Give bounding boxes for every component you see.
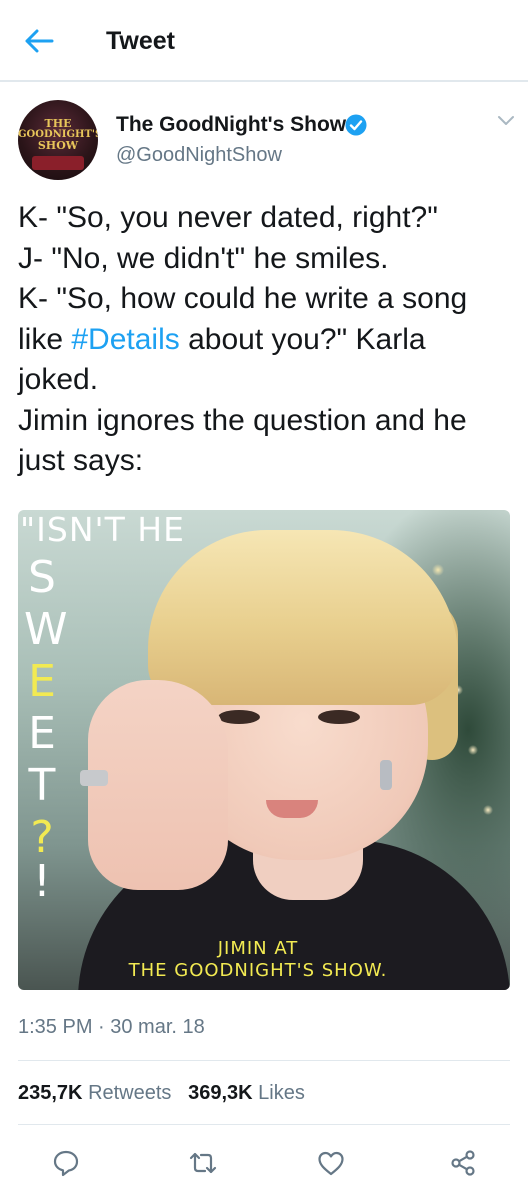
author-handle[interactable]: @GoodNightShow bbox=[116, 142, 282, 168]
image-overlay-letter: ? bbox=[30, 812, 54, 863]
image-hair bbox=[148, 530, 458, 705]
share-icon bbox=[451, 1150, 475, 1176]
image-caption-line-2: THE GOODNIGHT'S SHOW. bbox=[128, 960, 388, 981]
tweet-line: K- "So, you never dated, right?" bbox=[18, 201, 438, 234]
top-bar: Tweet bbox=[0, 0, 528, 82]
tweet-line: J- "No, we didn't" he smiles. bbox=[18, 241, 389, 275]
arrow-left-icon bbox=[25, 29, 54, 53]
image-overlay-letter: E bbox=[28, 656, 56, 707]
image-eye-left bbox=[218, 710, 260, 724]
tweet-timestamp[interactable]: 1:35 PM · 30 mar. 18 bbox=[18, 1014, 205, 1040]
image-caption-line-1: JIMIN AT bbox=[217, 938, 299, 959]
heart-icon bbox=[318, 1151, 344, 1176]
image-eye-right bbox=[318, 710, 360, 724]
image-hand bbox=[88, 680, 228, 890]
tweet-line: K- "So, how could he write a song bbox=[18, 282, 468, 315]
tweet-text: K- "So, you never dated, right?" J- "No,… bbox=[18, 198, 518, 482]
image-overlay-letter: W bbox=[24, 604, 68, 655]
tweet-line: just says: bbox=[18, 444, 144, 477]
retweet-button[interactable] bbox=[186, 1146, 220, 1180]
reply-button[interactable] bbox=[49, 1146, 83, 1180]
avatar[interactable]: THE GOODNIGHT'S SHOW bbox=[18, 100, 98, 180]
likes-stat[interactable]: 369,3K Likes bbox=[188, 1080, 305, 1106]
likes-label: Likes bbox=[258, 1082, 305, 1104]
divider bbox=[18, 1124, 510, 1125]
image-overlay-title: "ISN'T HE bbox=[20, 510, 185, 549]
tweet-media-image[interactable]: "ISN'T HE S W E E T ? ! JIMIN AT THE GOO… bbox=[18, 510, 510, 990]
retweets-stat[interactable]: 235,7K Retweets bbox=[18, 1080, 171, 1106]
tweet-action-bar bbox=[0, 1140, 528, 1184]
avatar-logo-text-3: SHOW bbox=[37, 139, 79, 152]
tweet-line: like #Details about you?" Karla bbox=[18, 320, 518, 361]
tweet-text-segment: about you?" Karla bbox=[179, 322, 426, 356]
hashtag-link[interactable]: #Details bbox=[71, 323, 179, 356]
back-button[interactable] bbox=[22, 26, 56, 56]
image-earring bbox=[380, 760, 392, 790]
retweets-label: Retweets bbox=[88, 1082, 172, 1104]
tweet-stats: 235,7K Retweets 369,3K Likes bbox=[18, 1080, 305, 1106]
share-button[interactable] bbox=[446, 1146, 480, 1180]
tweet-line: Jimin ignores the question and he bbox=[18, 403, 467, 437]
author-display-name[interactable]: The GoodNight's Show bbox=[116, 112, 346, 138]
likes-count: 369,3K bbox=[188, 1082, 253, 1104]
chevron-down-icon[interactable] bbox=[496, 114, 516, 128]
image-overlay-letter: T bbox=[28, 760, 56, 811]
retweets-count: 235,7K bbox=[18, 1082, 83, 1104]
page-title: Tweet bbox=[106, 27, 175, 55]
avatar-logo-base bbox=[32, 156, 84, 170]
image-overlay-letter: ! bbox=[33, 856, 51, 907]
divider bbox=[18, 1060, 510, 1061]
image-ring bbox=[80, 770, 108, 786]
image-overlay-letter: S bbox=[28, 552, 56, 603]
like-button[interactable] bbox=[314, 1146, 348, 1180]
verified-badge-icon bbox=[345, 114, 367, 136]
retweet-icon bbox=[189, 1152, 217, 1174]
tweet-text-segment: like bbox=[18, 322, 72, 356]
reply-icon bbox=[53, 1150, 79, 1177]
tweet-line: joked. bbox=[18, 363, 99, 396]
image-overlay-letter: E bbox=[28, 708, 56, 759]
